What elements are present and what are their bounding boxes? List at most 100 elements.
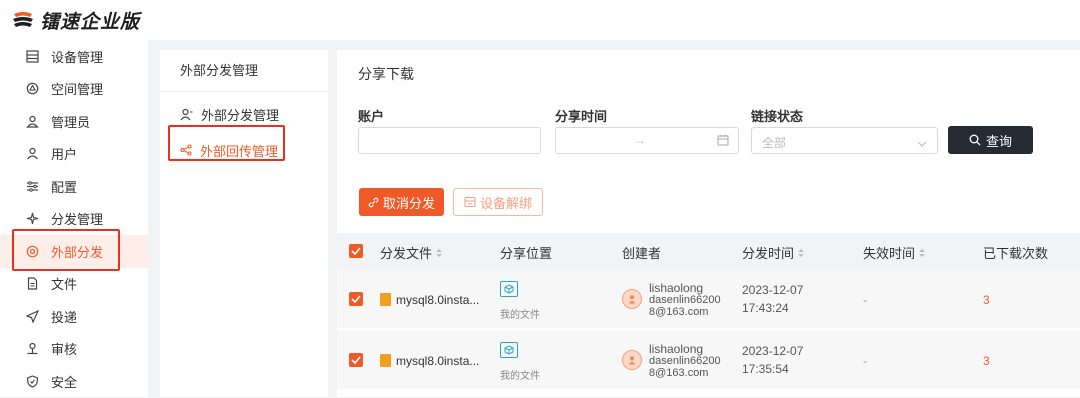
row-checkbox[interactable] [349,292,363,306]
file-name[interactable]: mysql8.0insta... [396,354,479,368]
column-header-share-time[interactable]: 分发时间 [742,243,805,262]
avatar [622,350,642,370]
share-time-range-input[interactable]: → [555,127,739,154]
user-icon [25,147,39,161]
device-unbind-button[interactable]: 设备解绑 [453,188,543,216]
creator-name: lishaolong [649,342,704,356]
sidebar-item-audit[interactable]: 审核 [0,333,148,366]
column-header-label: 分发时间 [742,246,795,261]
column-header-label: 失效时间 [863,246,916,261]
sidebar-item-user[interactable]: 用户 [0,138,148,171]
column-header-label: 创建者 [622,246,662,261]
share-time-label: 分享时间 [555,109,608,124]
device-icon [25,49,39,63]
expire-time: - [863,354,867,368]
sidebar-item-label: 管理员 [51,114,91,130]
share-location: 我的文件 [500,310,540,321]
sidebar-item-file[interactable]: 文件 [0,268,148,301]
column-header-location: 分享位置 [500,243,552,262]
sidebar-item-distribute[interactable]: 分发管理 [0,203,148,236]
column-header-file[interactable]: 分发文件 [380,243,443,262]
table-row[interactable]: mysql8.0insta... 我的文件 lishaolong dasenli… [337,269,1080,329]
share-location: 我的文件 [500,371,540,382]
share-date: 2023-12-07 [742,344,804,358]
search-button[interactable]: 查询 [948,126,1033,154]
link-status-label: 链接状态 [751,109,804,124]
sidebar-item-label: 外部分发 [51,244,104,260]
share-date: 2023-12-07 [742,283,804,297]
sidebar-item-label: 分发管理 [51,212,104,228]
sidebar-item-config[interactable]: 配置 [0,170,148,203]
column-header-label: 分享位置 [500,246,553,261]
subnav-item-external-share-manage[interactable]: 外部分发管理 [160,96,328,132]
device-unbind-icon [464,196,476,208]
check-icon [351,356,361,364]
logo-icon [13,12,33,27]
file-icon [25,277,39,291]
cancel-distribution-button[interactable]: 取消分发 [359,188,444,216]
account-input[interactable] [358,127,541,154]
link-status-select[interactable]: 全部 [751,127,938,154]
column-header-creator: 创建者 [622,243,661,262]
check-icon [351,247,361,255]
account-label: 账户 [358,109,385,124]
creator-info: lishaolong dasenlin66200 8@163.com [649,282,721,318]
check-icon [351,295,361,303]
share-time: 2023-12-07 17:43:24 [742,281,803,317]
select-all-checkbox[interactable] [349,244,363,258]
row-checkbox[interactable] [349,353,363,367]
download-count: 3 [983,354,990,368]
sidebar-item-device[interactable]: 设备管理 [0,40,148,73]
send-icon [25,309,39,323]
config-icon [25,179,39,193]
subnav-item-label: 外部回传管理 [200,143,279,159]
sidebar-item-external-share[interactable]: 外部分发 [0,235,148,268]
file-name[interactable]: mysql8.0insta... [396,293,479,307]
column-header-expire-time[interactable]: 失效时间 [863,243,926,262]
column-header-downloads: 已下载次数 [983,243,1048,262]
range-arrow: → [634,133,646,147]
file-type-icon [380,354,391,367]
sort-icon[interactable] [919,248,926,257]
sidebar-item-space[interactable]: 空间管理 [0,73,148,106]
creator-info: lishaolong dasenlin66200 8@163.com [649,343,721,379]
column-header-label: 已下载次数 [983,246,1049,261]
external-share-icon [25,244,39,258]
share-icon [180,144,192,156]
main-panel: 分享下载 账户 分享时间 → 链接状态 全部 查询 取消分发 设备解绑 分发文件… [337,50,1080,397]
shield-icon [25,374,39,388]
creator-email-line2: 8@163.com [649,306,709,318]
subnav-item-label: 外部分发管理 [201,107,280,123]
column-header-label: 分发文件 [380,246,433,261]
sidebar-item-label: 空间管理 [51,82,104,98]
sub-navigation: 外部分发管理 外部分发管理 外部回传管理 [160,50,328,397]
sidebar-item-send[interactable]: 投递 [0,300,148,333]
search-icon [969,134,981,146]
table-row[interactable]: mysql8.0insta... 我的文件 lishaolong dasenli… [337,330,1080,390]
sidebar-item-label: 审核 [51,342,78,358]
link-status-value: 全部 [762,136,787,150]
space-icon [25,82,39,96]
sidebar-item-label: 投递 [51,309,78,325]
creator-email-line1: dasenlin66200 [649,355,721,367]
sidebar-item-security[interactable]: 安全 [0,365,148,398]
file-type-icon [380,293,391,306]
sidebar-item-admin[interactable]: 管理员 [0,105,148,138]
sidebar-item-label: 设备管理 [51,49,104,65]
cancel-distribution-label: 取消分发 [382,195,435,211]
folder-icon [500,342,518,358]
chevron-down-icon [917,136,927,151]
calendar-icon[interactable] [717,134,729,149]
creator-email-line2: 8@163.com [649,367,709,379]
subnav-title: 外部分发管理 [160,50,328,92]
sort-icon[interactable] [436,248,443,257]
subnav-item-external-return-manage[interactable]: 外部回传管理 [160,132,328,168]
sort-icon[interactable] [798,248,805,257]
sidebar-item-label: 安全 [51,374,78,390]
app-logo[interactable]: 镭速企业版 [12,7,140,34]
user-share-icon [180,108,193,121]
sidebar-item-label: 用户 [51,147,78,163]
logo-text: 镭速企业版 [40,11,141,33]
table-header: 分发文件 分享位置 创建者 分发时间 失效时间 已下载次数 [337,233,1080,269]
admin-icon [25,114,39,128]
